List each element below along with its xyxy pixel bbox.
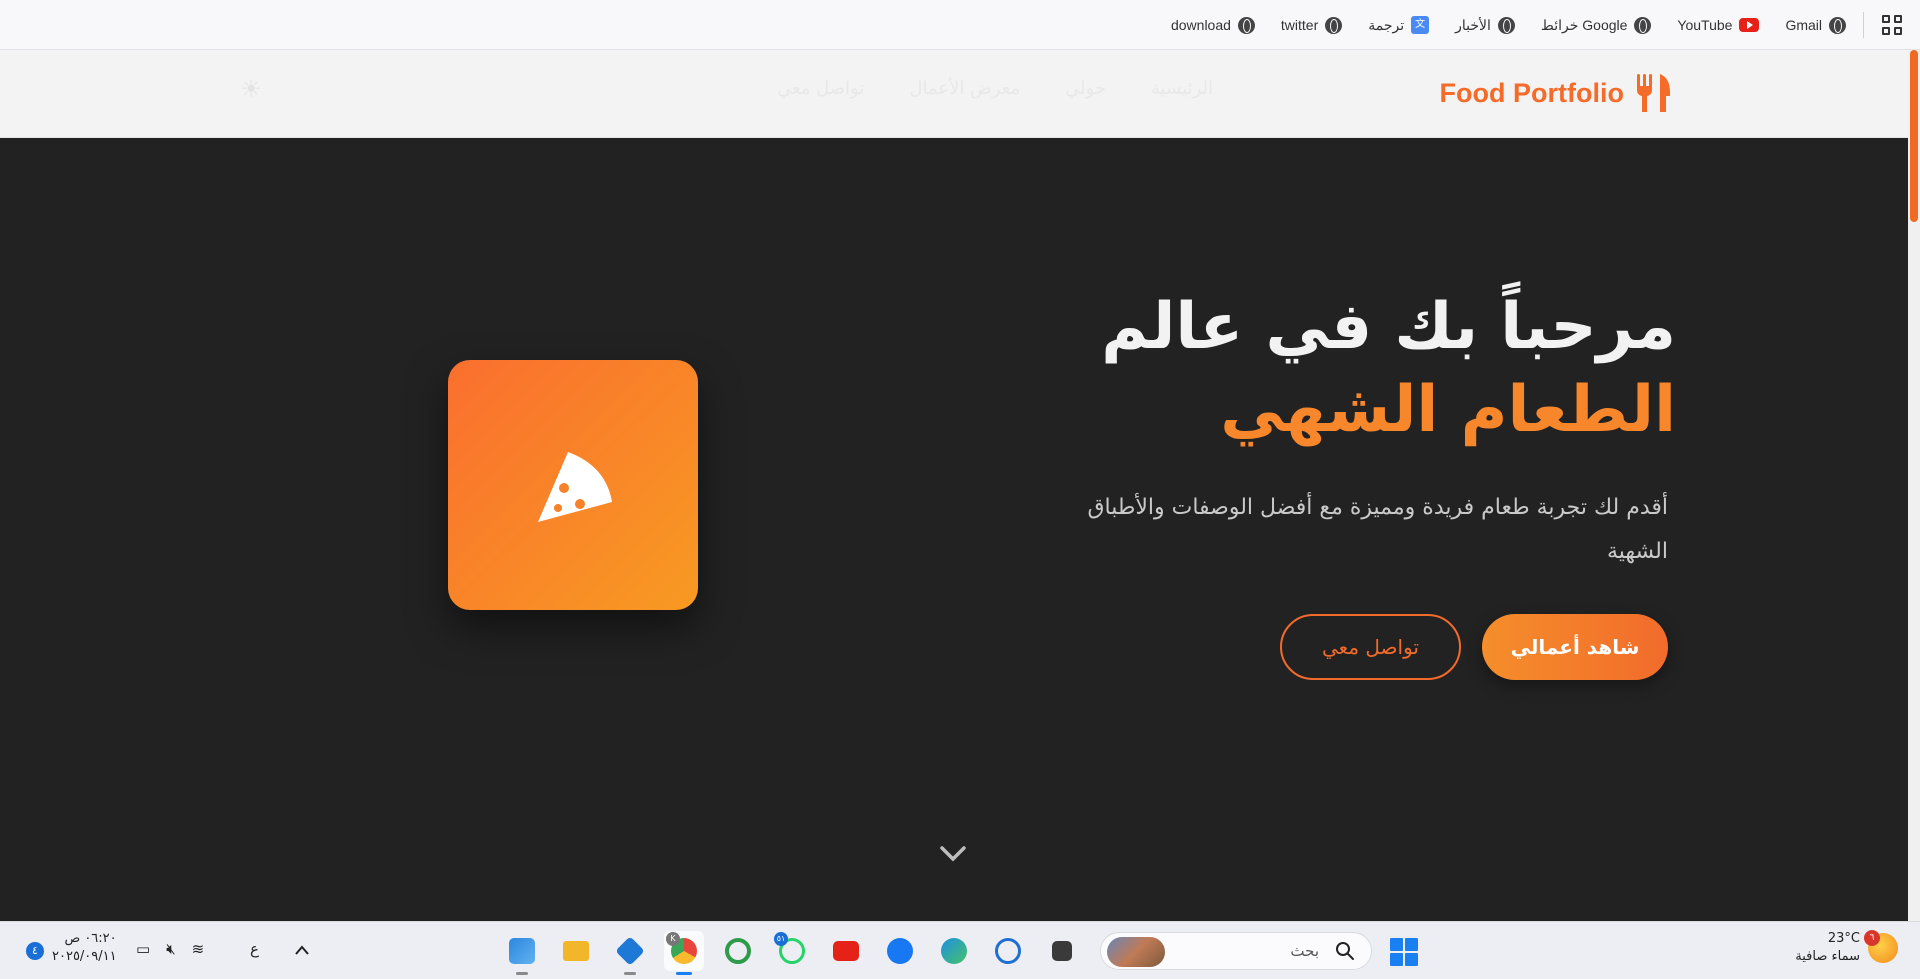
bookmarks-list: Gmail YouTube خرائط Google الأخبار 文 ترج… <box>1171 0 1846 50</box>
nav-portfolio[interactable]: معرض الأعمال <box>909 78 1020 99</box>
folder-icon[interactable] <box>556 931 596 971</box>
bookmarks-bar: Gmail YouTube خرائط Google الأخبار 文 ترج… <box>0 0 1920 50</box>
wifi-icon[interactable]: ≋ <box>192 940 205 958</box>
bookmark-label: YouTube <box>1677 17 1733 33</box>
chrome-icon[interactable]: K <box>664 931 704 975</box>
clock-time: ٠٦:٢٠ ص <box>64 931 117 946</box>
globe-icon <box>1325 16 1343 34</box>
bookmark-youtube[interactable]: YouTube <box>1677 17 1760 33</box>
youtube-app-icon[interactable] <box>826 931 866 971</box>
volume-muted-icon[interactable]: 🔇︎ <box>166 940 175 958</box>
pizza-icon <box>538 452 612 522</box>
taskbar: 23°C سماء صافية ٦ بحث K ٥١ ع ▭ 🔇︎ ≋ ٠٦:٢… <box>0 921 1920 979</box>
translate-icon: 文 <box>1411 16 1430 34</box>
green-app-icon[interactable] <box>718 931 758 971</box>
system-tray: ▭ 🔇︎ ≋ <box>136 940 204 958</box>
logo-text: Food Portfolio <box>1439 77 1624 108</box>
notification-badge[interactable]: ٤ <box>26 942 44 960</box>
scrollbar-thumb[interactable] <box>1910 50 1918 222</box>
terminal-icon[interactable] <box>1042 931 1082 971</box>
view-work-button[interactable]: شاهد أعمالي <box>1482 614 1668 680</box>
facebook-icon[interactable] <box>880 931 920 971</box>
hero-image-card <box>448 360 698 610</box>
keyboard-language[interactable]: ع <box>250 940 259 958</box>
globe-icon <box>1497 16 1515 34</box>
site-header: Food Portfolio الرئيسية حولي معرض الأعما… <box>0 50 1908 138</box>
site-logo[interactable]: Food Portfolio <box>1440 72 1672 114</box>
chat-app-icon[interactable] <box>988 931 1028 971</box>
chevron-up-icon[interactable] <box>294 944 310 956</box>
bookmark-translate[interactable]: 文 ترجمة <box>1368 16 1430 34</box>
bookmark-google-maps[interactable]: خرائط Google <box>1540 16 1652 34</box>
nav-home[interactable]: الرئيسية <box>1151 78 1213 99</box>
vscode-icon[interactable] <box>610 931 650 975</box>
whatsapp-icon[interactable]: ٥١ <box>772 931 812 971</box>
hero-title-highlight: الطعام الشهي <box>1220 373 1676 447</box>
bookmark-news[interactable]: الأخبار <box>1455 16 1515 34</box>
hero-description: أقدم لك تجربة طعام فريدة ومميزة مع أفضل … <box>1087 495 1668 564</box>
weather-info: 23°C سماء صافية <box>1795 930 1860 966</box>
fork-knife-icon <box>1637 74 1670 112</box>
nav-about[interactable]: حولي <box>1065 78 1106 99</box>
globe-icon <box>1634 16 1652 34</box>
youtube-icon <box>1739 18 1760 32</box>
chrome-profile-badge: K <box>666 932 680 946</box>
bookmark-label: download <box>1170 17 1231 33</box>
globe-icon <box>1237 16 1255 34</box>
bookmark-label: الأخبار <box>1455 16 1491 33</box>
hero-section: مرحباً بك في عالم الطعام الشهي أقدم لك ت… <box>0 138 1908 921</box>
bookmark-label: خرائط Google <box>1540 16 1628 33</box>
globe-icon <box>1829 16 1846 34</box>
image-app-icon[interactable] <box>502 931 542 975</box>
taskbar-apps: K ٥١ <box>502 931 1082 975</box>
clock-date: ٢٠٢٥/٠٩/١١ <box>52 949 117 964</box>
whatsapp-badge: ٥١ <box>774 932 788 946</box>
taskbar-search[interactable]: بحث <box>1100 932 1372 970</box>
sun-icon[interactable]: ☀ <box>238 76 264 102</box>
hero-title: مرحباً بك في عالم <box>1101 290 1676 364</box>
weather-desc: سماء صافية <box>1795 949 1860 964</box>
search-icon <box>1336 942 1354 960</box>
weather-badge: ٦ <box>1864 930 1880 946</box>
nav-contact[interactable]: تواصل معي <box>777 78 864 99</box>
search-placeholder: بحث <box>1290 942 1319 960</box>
clock[interactable]: ٠٦:٢٠ ص ٢٠٢٥/٠٩/١١ <box>52 930 117 966</box>
sun-weather-icon: ٦ <box>1864 930 1898 963</box>
battery-icon[interactable]: ▭ <box>136 940 150 958</box>
apps-grid-icon[interactable] <box>1882 15 1902 35</box>
page-scrollbar[interactable] <box>1908 50 1920 921</box>
bookmark-twitter[interactable]: twitter <box>1280 16 1343 34</box>
bookmarks-divider <box>1863 12 1864 38</box>
chevron-down-icon[interactable] <box>938 838 968 868</box>
weather-temp: 23°C <box>1827 931 1860 946</box>
bookmark-download[interactable]: download <box>1170 16 1255 34</box>
edge-icon[interactable] <box>934 931 974 971</box>
bookmark-label: Gmail <box>1785 17 1822 33</box>
bookmark-label: ترجمة <box>1368 16 1405 33</box>
search-highlight-image <box>1107 937 1165 967</box>
bookmark-gmail[interactable]: Gmail <box>1785 16 1846 34</box>
main-nav: الرئيسية حولي معرض الأعمال تواصل معي <box>777 78 1213 99</box>
weather-widget[interactable]: 23°C سماء صافية ٦ <box>1795 930 1898 966</box>
contact-me-button[interactable]: تواصل معي <box>1280 614 1461 680</box>
windows-start-icon[interactable] <box>1390 938 1418 966</box>
bookmark-label: twitter <box>1280 17 1319 33</box>
